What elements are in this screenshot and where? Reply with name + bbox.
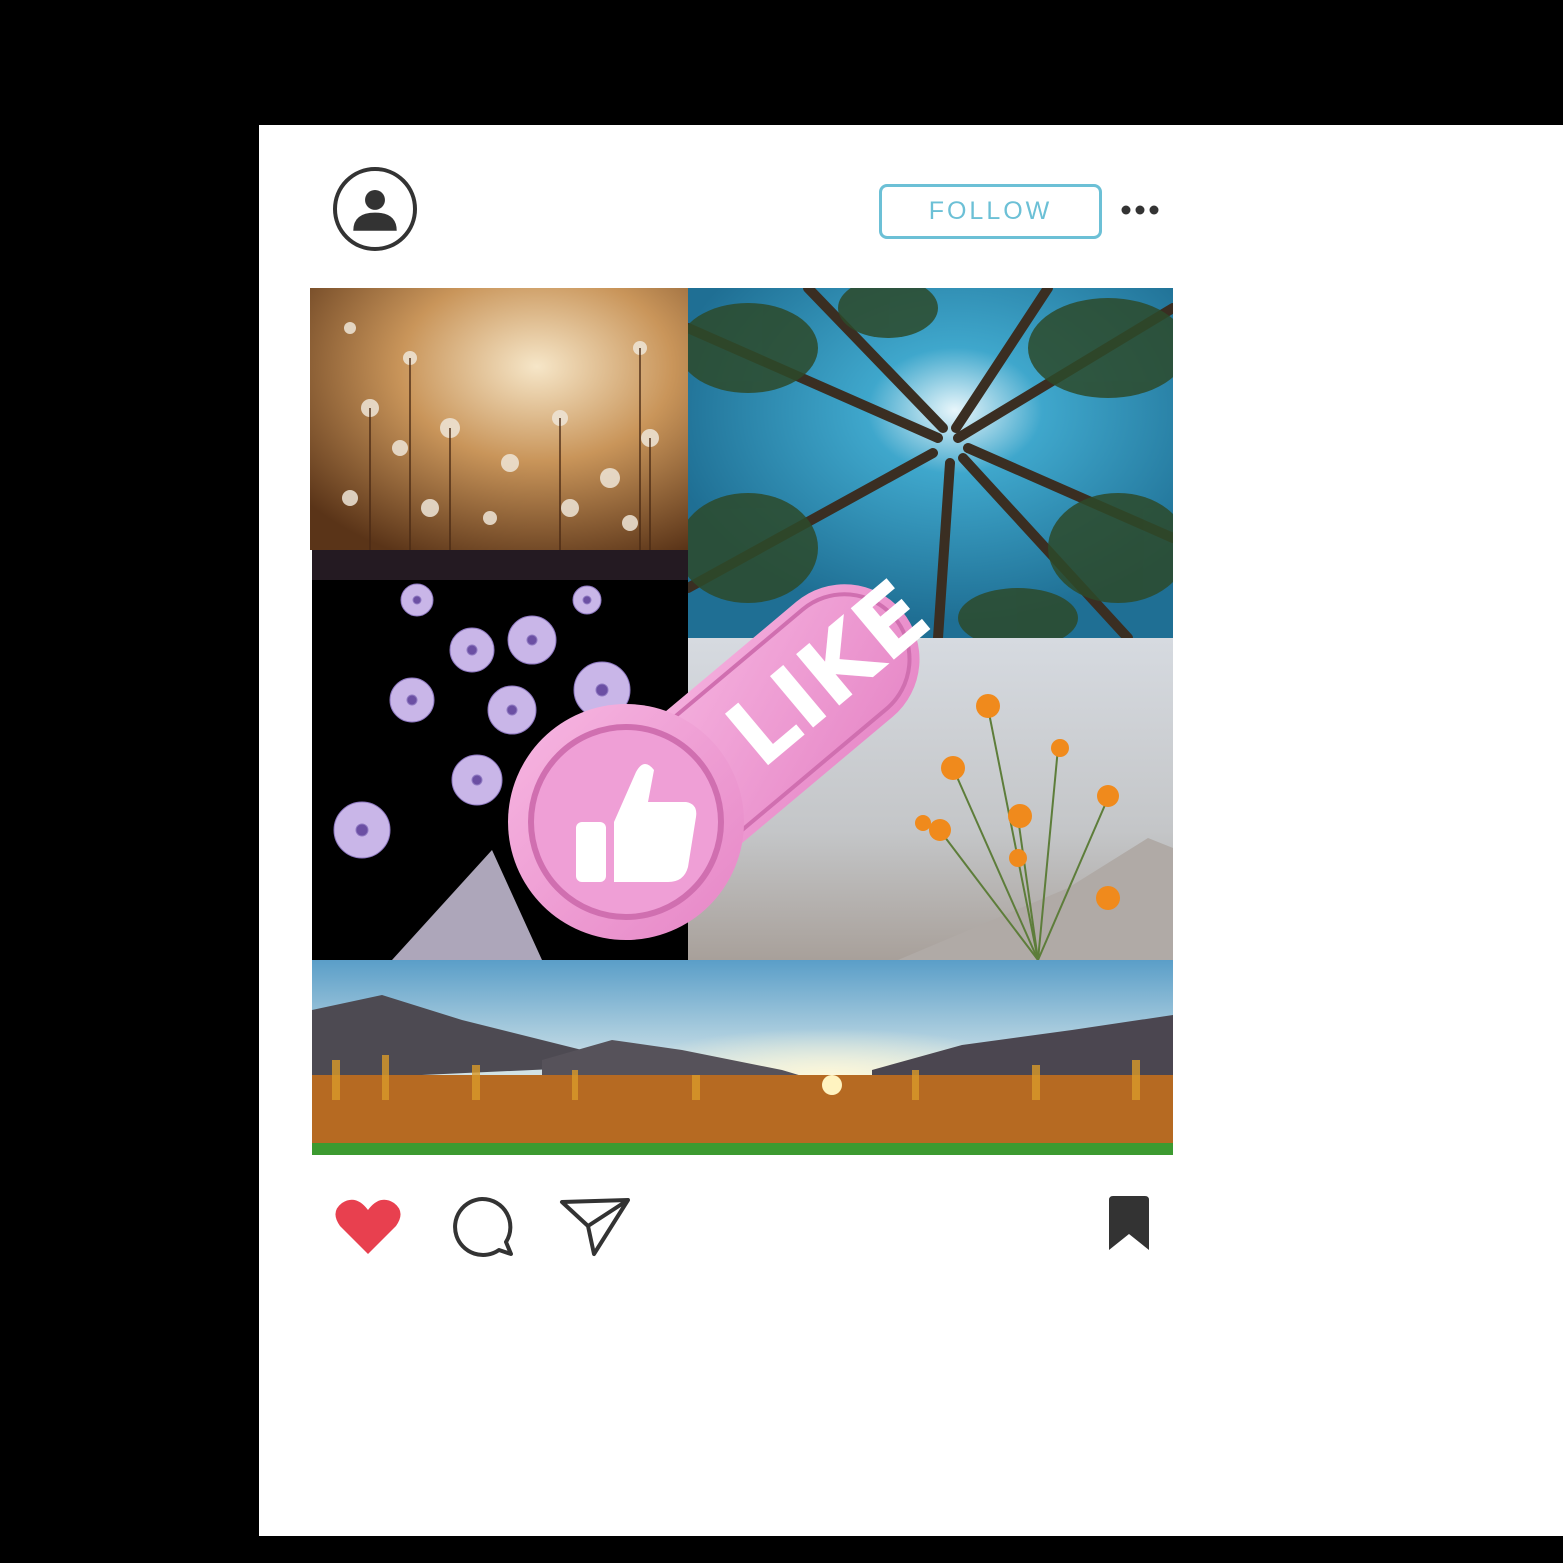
user-avatar-icon[interactable]: [333, 167, 417, 251]
more-options-icon[interactable]: [1119, 196, 1163, 224]
like-badge[interactable]: LIKE: [506, 532, 976, 952]
send-icon[interactable]: [558, 1196, 632, 1258]
comment-icon[interactable]: [449, 1194, 515, 1258]
bookmark-icon[interactable]: [1105, 1196, 1153, 1252]
photo-wildflowers: [310, 288, 688, 550]
follow-button[interactable]: FOLLOW: [879, 184, 1102, 239]
photo-mountain-sunrise: [312, 960, 1173, 1155]
heart-icon[interactable]: [334, 1198, 402, 1256]
